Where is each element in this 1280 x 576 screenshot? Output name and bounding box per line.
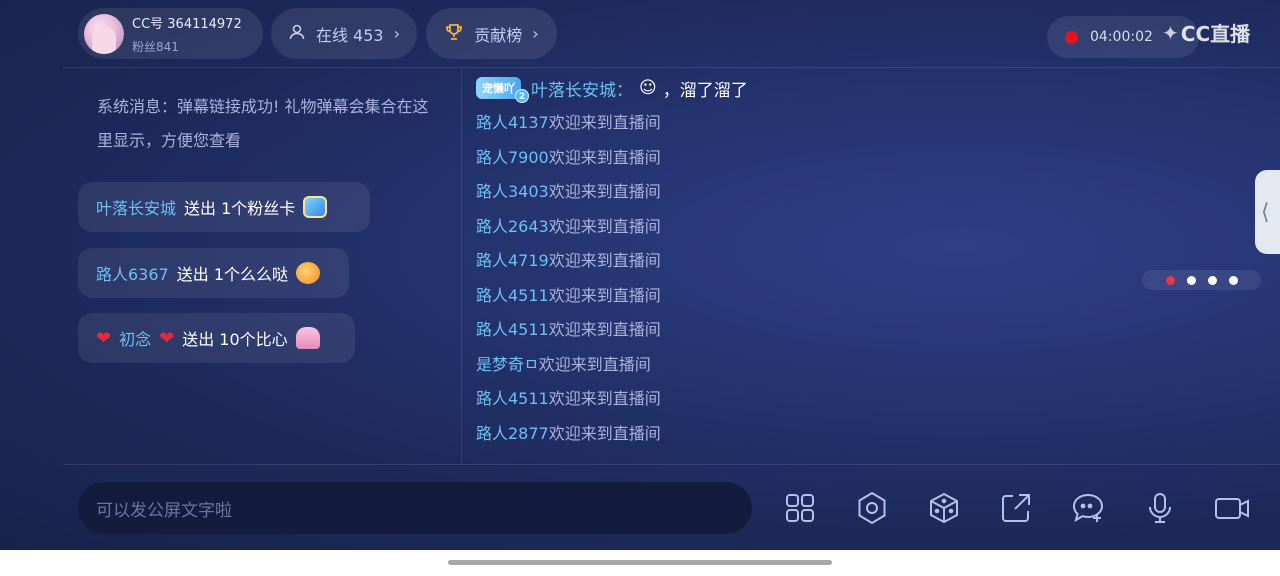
contribution-ranking-button[interactable]: 贡献榜 › [426,8,557,59]
dice-icon[interactable] [926,490,962,526]
camera-icon[interactable] [1214,490,1250,526]
page-dot[interactable] [1207,275,1217,285]
chat-message: 路人4511 欢迎来到直播间 [476,277,1096,312]
chat-text: 欢迎来到直播间 [548,182,661,202]
page-indicator[interactable] [1142,270,1261,290]
cc-live-logo: ✦ CC直播 [1162,18,1250,47]
chevron-right-icon: › [532,24,539,43]
logo-text: CC直播 [1180,22,1251,46]
trophy-icon [444,22,464,46]
chat-username[interactable]: 路人4719 [476,247,549,271]
chat-message: 路人3403 欢迎来到直播间 [476,173,1096,208]
gift-sender[interactable]: 路人6367 [96,261,169,285]
chat-text: 欢迎来到直播间 [538,354,651,374]
gift-action: 送出 1个粉丝卡 [184,199,296,218]
page-dot[interactable] [1186,275,1196,285]
gift-message: 路人6367 送出 1个么么哒 [78,248,349,298]
system-message: 系统消息：弹幕链接成功! 礼物弹幕会集合在这里显示，方便您查看 [97,97,429,150]
chat-username[interactable]: 路人2877 [476,420,549,444]
timer-value: 04:00:02 [1090,29,1153,45]
chat-text: 欢迎来到直播间 [548,320,661,340]
share-icon[interactable] [998,490,1034,526]
chat-username[interactable]: 路人2643 [476,213,549,237]
gift-sender[interactable]: 初念 [119,326,151,350]
home-indicator[interactable] [448,560,832,565]
chat-message: 是梦奇ㅁ 欢迎来到直播间 [476,346,1096,381]
heart-icon: ❤ [159,327,175,349]
contribution-label: 贡献榜 [474,25,523,45]
chat-text: 欢迎来到直播间 [548,147,661,167]
gift-message: ❤ 初念 ❤ 送出 10个比心 [78,313,355,363]
side-drawer-handle[interactable]: ⟨ [1255,170,1280,254]
chat-text: 欢迎来到直播间 [548,389,661,409]
divider-top [63,67,1280,68]
chat-text: 欢迎来到直播间 [548,423,661,443]
chat-message: 路人4511 欢迎来到直播间 [476,311,1096,346]
chat-username[interactable]: 是梦奇ㅁ [476,351,539,375]
live-room-panel: CC号 364114972 粉丝841 在线 453 › 贡献榜 › 04:00… [0,0,1280,550]
gift-action: 送出 1个么么哒 [176,265,289,284]
add-chat-icon[interactable] [1070,490,1106,526]
chat-list[interactable]: 宠懒吖 2 叶落长安城： ☺ ，溜了溜了 路人4137 欢迎来到直播间 路人790… [476,72,1096,449]
online-button[interactable]: 在线 453 › [271,8,417,59]
chat-username[interactable]: 路人4511 [476,316,549,340]
chevron-left-icon: ⟨ [1261,199,1270,225]
chat-emoji-icon: ☺ [639,78,657,98]
avatar[interactable] [84,13,124,54]
settings-icon[interactable] [854,490,890,526]
gift-sender[interactable]: 叶落长安城 [96,195,176,219]
chat-username[interactable]: 路人4511 [476,385,549,409]
divider-vertical [461,68,462,464]
fan-badge[interactable]: 宠懒吖 2 [476,77,529,103]
record-dot-icon [1065,30,1078,44]
user-icon [288,23,306,45]
chat-input-placeholder: 可以发公屏文字啦 [96,500,232,521]
microphone-icon[interactable] [1142,490,1178,526]
chat-username[interactable]: 路人3403 [476,178,549,202]
page-dot-active[interactable] [1165,275,1175,285]
chat-message: 路人2877 欢迎来到直播间 [476,415,1096,450]
cc-id: CC号 364114972 [132,16,242,32]
chat-message: 路人4719 欢迎来到直播间 [476,242,1096,277]
badge-level: 2 [515,89,529,103]
chat-username[interactable]: 路人4137 [476,109,549,133]
chat-message: 路人4137 欢迎来到直播间 [476,104,1096,139]
grid-icon[interactable] [782,490,818,526]
heart-gesture-gift-icon [295,327,320,349]
fan-card-gift-icon [303,196,328,218]
chat-message: 宠懒吖 2 叶落长安城： ☺ ，溜了溜了 [476,72,1096,104]
gift-message: 叶落长安城 送出 1个粉丝卡 [78,182,370,232]
chat-text: 欢迎来到直播间 [548,216,661,236]
gift-action: 送出 10个比心 [182,330,288,349]
chevron-right-icon: › [393,24,401,43]
divider-bottom [63,464,1280,465]
page-dot[interactable] [1228,275,1238,285]
kiss-gift-icon [296,262,321,284]
chat-input[interactable]: 可以发公屏文字啦 [78,482,752,534]
chat-text: 欢迎来到直播间 [548,113,661,133]
chat-text: ，溜了溜了 [662,80,748,101]
chat-text: 欢迎来到直播间 [548,251,661,271]
chat-username[interactable]: 路人4511 [476,282,549,306]
chat-username[interactable]: 路人7900 [476,144,549,168]
chat-username[interactable]: 叶落长安城： [531,76,633,101]
chat-text: 欢迎来到直播间 [548,285,661,305]
logo-bird-icon: ✦ [1162,20,1179,45]
fans-count: 粉丝841 [132,39,179,54]
badge-label: 宠懒吖 [482,82,515,95]
chat-message: 路人4511 欢迎来到直播间 [476,380,1096,415]
heart-icon: ❤ [96,327,112,349]
streamer-profile[interactable]: CC号 364114972 粉丝841 [78,8,263,59]
chat-message: 路人2643 欢迎来到直播间 [476,208,1096,243]
online-label: 在线 453 [315,25,384,45]
chat-message: 路人7900 欢迎来到直播间 [476,139,1096,174]
